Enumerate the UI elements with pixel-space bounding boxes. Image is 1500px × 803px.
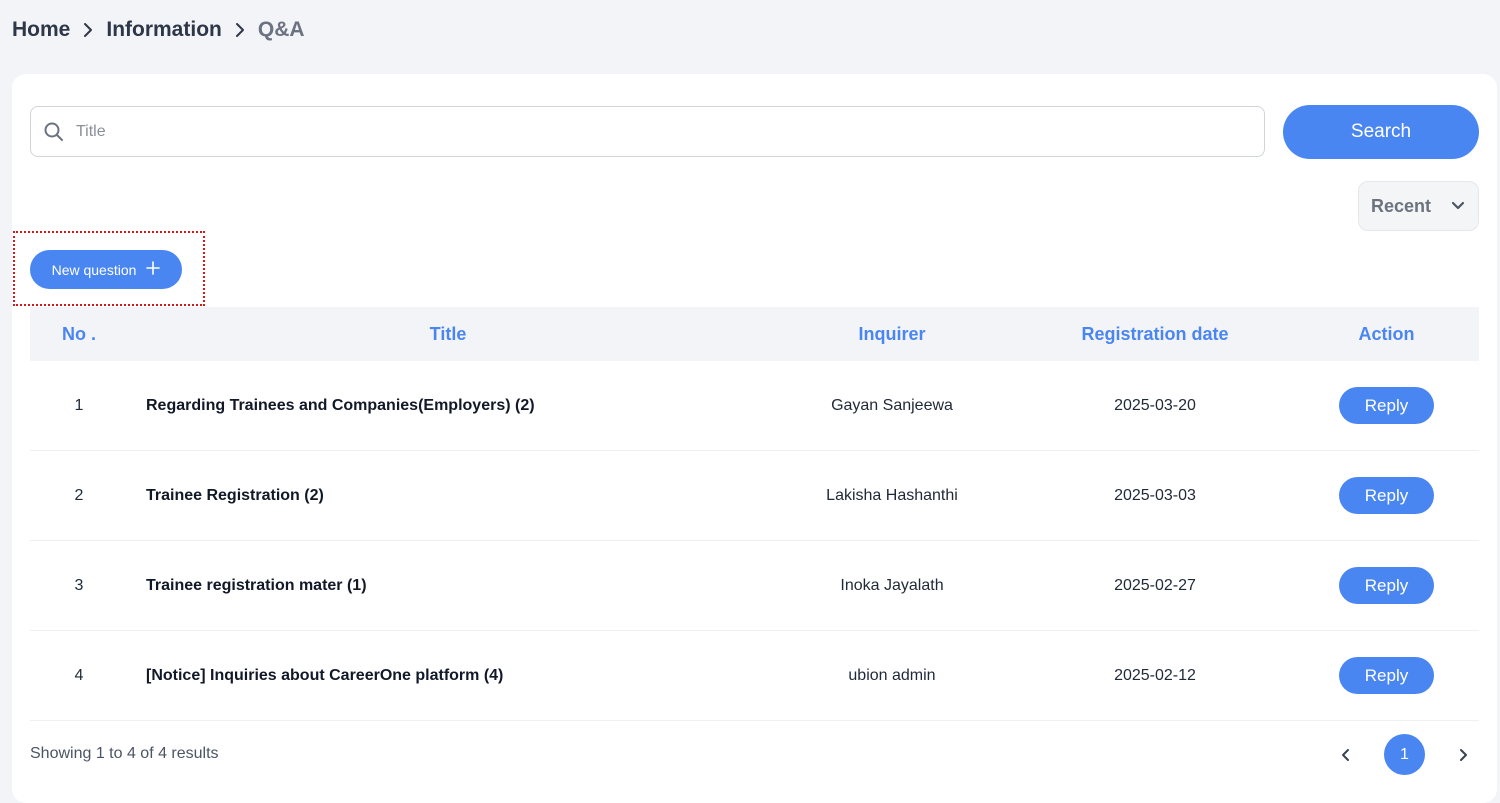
row-date: 2025-02-12 (1114, 666, 1196, 684)
row-inquirer: Gayan Sanjeewa (831, 396, 953, 414)
reply-button[interactable]: Reply (1339, 657, 1434, 694)
row-date: 2025-03-03 (1114, 486, 1196, 504)
row-number: 3 (74, 576, 84, 594)
results-summary: Showing 1 to 4 of 4 results (30, 745, 219, 762)
row-inquirer: Lakisha Hashanthi (826, 486, 958, 504)
new-question-label: New question (51, 261, 137, 278)
row-title-link[interactable]: Trainee Registration (2) (128, 487, 768, 505)
column-header-inquirer: Inquirer (858, 323, 926, 344)
column-header-action: Action (1358, 323, 1415, 344)
search-button[interactable]: Search (1283, 105, 1479, 159)
row-number: 1 (74, 396, 84, 414)
row-number: 4 (74, 666, 84, 684)
row-title-link[interactable]: [Notice] Inquiries about CareerOne platf… (128, 667, 768, 685)
qa-card: Search Recent New question No . Title In… (12, 74, 1497, 803)
row-title-link[interactable]: Trainee registration mater (1) (128, 577, 768, 595)
row-date: 2025-02-27 (1114, 576, 1196, 594)
chevron-right-icon[interactable] (1445, 735, 1481, 775)
search-box (30, 106, 1265, 157)
plus-icon (146, 261, 161, 278)
column-header-no: No . (62, 323, 96, 344)
row-title-link[interactable]: Regarding Trainees and Companies(Employe… (128, 397, 768, 415)
breadcrumb-home[interactable]: Home (12, 18, 70, 42)
reply-button[interactable]: Reply (1339, 567, 1434, 604)
chevron-down-icon (1450, 196, 1466, 217)
chevron-left-icon[interactable] (1328, 735, 1364, 775)
breadcrumb-information[interactable]: Information (106, 18, 222, 42)
table-row: 1 Regarding Trainees and Companies(Emplo… (30, 361, 1479, 451)
reply-button[interactable]: Reply (1339, 477, 1434, 514)
page-number-button[interactable]: 1 (1384, 734, 1425, 775)
search-input[interactable] (76, 122, 1226, 141)
table-row: 4 [Notice] Inquiries about CareerOne pla… (30, 631, 1479, 721)
row-date: 2025-03-20 (1114, 396, 1196, 414)
table-row: 2 Trainee Registration (2) Lakisha Hasha… (30, 451, 1479, 541)
chevron-right-icon (82, 21, 94, 39)
pagination: 1 (1328, 734, 1481, 775)
sort-select-value: Recent (1371, 195, 1432, 216)
search-icon (43, 121, 65, 143)
row-inquirer: ubion admin (848, 666, 936, 684)
table-header: No . Title Inquirer Registration date Ac… (30, 307, 1479, 361)
breadcrumb: Home Information Q&A (12, 18, 305, 42)
table-body: 1 Regarding Trainees and Companies(Emplo… (30, 361, 1479, 721)
row-number: 2 (74, 486, 84, 504)
table-row: 3 Trainee registration mater (1) Inoka J… (30, 541, 1479, 631)
sort-select[interactable]: Recent (1358, 181, 1479, 231)
reply-button[interactable]: Reply (1339, 387, 1434, 424)
row-inquirer: Inoka Jayalath (840, 576, 944, 594)
column-header-date: Registration date (1081, 323, 1229, 344)
new-question-button[interactable]: New question (30, 250, 182, 289)
breadcrumb-current: Q&A (257, 18, 305, 41)
column-header-title: Title (429, 323, 467, 344)
chevron-right-icon (234, 21, 246, 39)
